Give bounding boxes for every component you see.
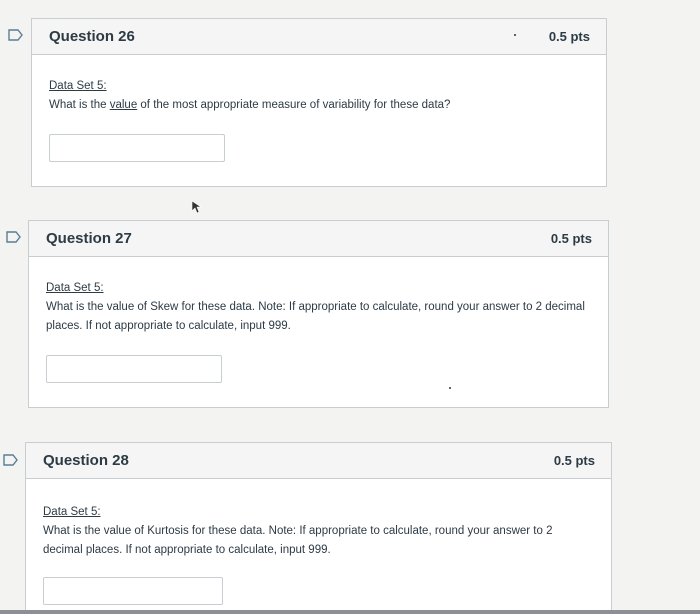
data-set-label: Data Set 5: (43, 506, 101, 518)
question-body: Data Set 5: What is the value of Kurtosi… (26, 479, 611, 605)
question-points: 0.5 pts (550, 231, 592, 246)
answer-input[interactable] (49, 134, 225, 162)
question-body: Data Set 5: What is the value of Skew fo… (29, 257, 608, 383)
question-prompt: What is the value of the most appropriat… (49, 96, 589, 115)
question-title: Question 27 (46, 230, 132, 247)
screen-speck (449, 387, 451, 389)
data-set-label: Data Set 5: (49, 80, 107, 92)
prompt-emphasis: value (109, 99, 138, 111)
screen-speck (514, 34, 516, 36)
question-27: Question 27 0.5 pts Data Set 5: What is … (28, 220, 609, 408)
question-header: Question 28 0.5 pts (26, 443, 611, 479)
data-set-label: Data Set 5: (46, 282, 104, 294)
answer-input[interactable] (43, 577, 223, 605)
question-prompt: What is the value of Skew for these data… (46, 301, 585, 332)
bottom-edge (0, 610, 700, 614)
answer-input[interactable] (46, 355, 222, 383)
question-title: Question 28 (43, 452, 129, 469)
question-28: Question 28 0.5 pts Data Set 5: What is … (25, 442, 612, 614)
question-title: Question 26 (49, 28, 135, 45)
question-26: Question 26 0.5 pts Data Set 5: What is … (31, 18, 607, 187)
prompt-text-end: of the most appropriate measure of varia… (137, 99, 451, 111)
question-header: Question 26 0.5 pts (32, 19, 606, 55)
question-points: 0.5 pts (553, 453, 595, 468)
flag-icon[interactable] (8, 29, 24, 41)
flag-icon[interactable] (6, 231, 22, 243)
question-prompt: What is the value of Kurtosis for these … (43, 525, 553, 556)
mouse-cursor-icon (191, 200, 202, 214)
quiz-page: Question 26 0.5 pts Data Set 5: What is … (0, 0, 700, 614)
question-header: Question 27 0.5 pts (29, 221, 608, 257)
prompt-text-start: What is the (49, 99, 110, 111)
question-points: 0.5 pts (548, 29, 590, 44)
flag-icon[interactable] (3, 454, 19, 466)
question-body: Data Set 5: What is the value of the mos… (32, 55, 606, 162)
